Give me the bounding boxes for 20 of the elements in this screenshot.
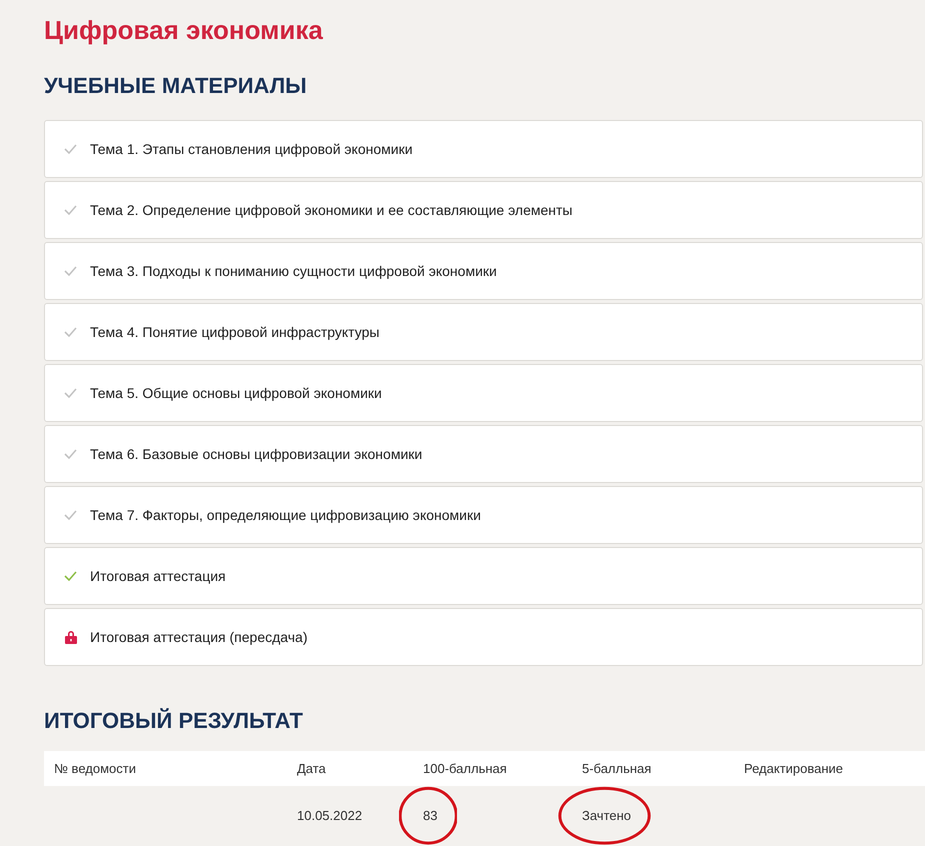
material-item[interactable]: Тема 7. Факторы, определяющие цифровизацию экономики bbox=[44, 486, 923, 544]
material-item[interactable]: Тема 2. Определение цифровой экономики и ее составляющие элементы bbox=[44, 181, 923, 239]
material-item[interactable]: Тема 4. Понятие цифровой инфраструктуры bbox=[44, 303, 923, 361]
column-header: 100-балльная bbox=[423, 760, 507, 778]
column-header: Редактирование bbox=[744, 760, 844, 778]
table-cell: 83 bbox=[423, 808, 438, 823]
table-cell: 10.05.2022 bbox=[297, 808, 362, 823]
column-header: 5-балльная bbox=[582, 760, 652, 778]
material-item[interactable]: Тема 5. Общие основы цифровой экономики bbox=[44, 364, 923, 422]
material-item[interactable]: Итоговая аттестация bbox=[44, 547, 923, 605]
material-item[interactable]: Тема 6. Базовые основы цифровизации экономики bbox=[44, 425, 923, 483]
page-title: Цифровая экономика bbox=[44, 14, 323, 46]
material-item[interactable]: Тема 3. Подходы к пониманию сущности цифровой экономики bbox=[44, 242, 923, 300]
material-item[interactable]: Итоговая аттестация (пересдача) bbox=[44, 608, 923, 666]
section-heading: УЧЕБНЫЕ МАТЕРИАЛЫ bbox=[44, 72, 307, 100]
material-item[interactable]: Тема 1. Этапы становления цифровой экономики bbox=[44, 120, 923, 178]
column-header: № ведомости bbox=[54, 760, 136, 778]
section-heading: ИТОГОВЫЙ РЕЗУЛЬТАТ bbox=[44, 707, 303, 735]
table-cell: Зачтено bbox=[582, 808, 632, 823]
column-header: Дата bbox=[297, 760, 326, 778]
